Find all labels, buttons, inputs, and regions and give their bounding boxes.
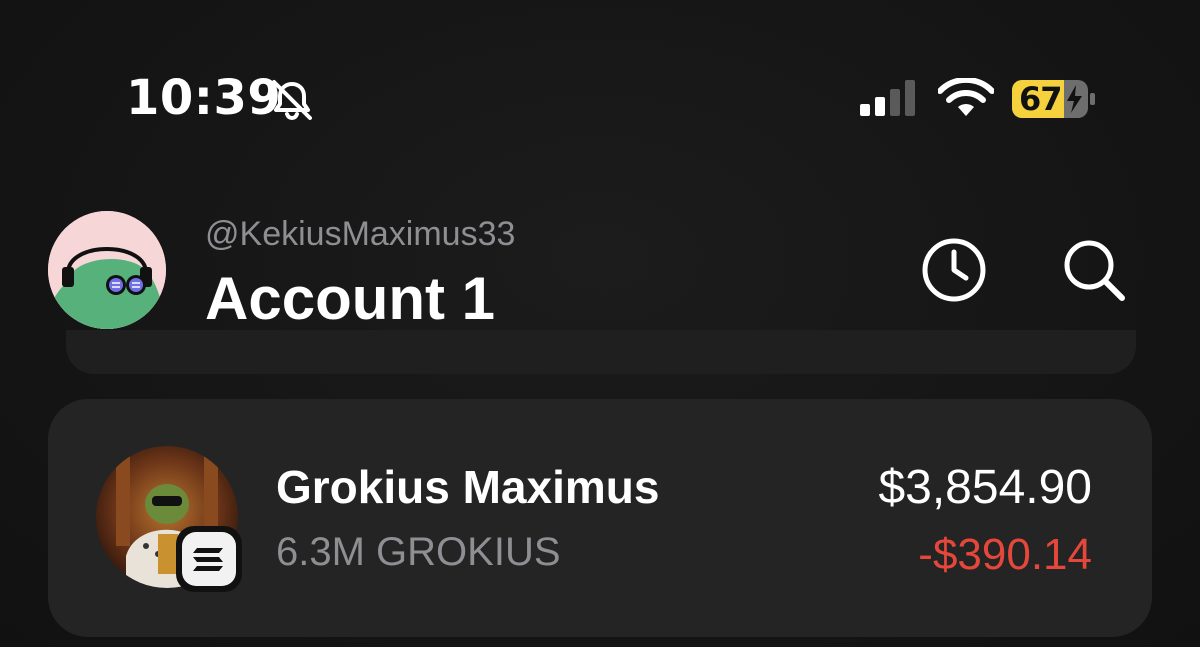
solana-icon	[176, 526, 242, 592]
wifi-icon	[938, 78, 994, 116]
token-value: $3,854.90	[878, 461, 1092, 514]
search-icon[interactable]	[1060, 236, 1128, 304]
account-handle: @KekiusMaximus33	[205, 215, 516, 253]
token-amount: 6.3M GROKIUS	[276, 530, 561, 574]
history-clock-icon[interactable]	[920, 236, 988, 304]
avatar[interactable]	[48, 211, 166, 329]
frog-avatar-image	[48, 211, 166, 329]
token-name: Grokius Maximus	[276, 461, 660, 513]
cellular-signal-icon	[860, 80, 915, 116]
previous-card-edge	[66, 330, 1136, 374]
battery-percent: 67	[1019, 80, 1063, 118]
account-name[interactable]: Account 1	[205, 264, 495, 333]
bell-slash-icon	[272, 80, 312, 121]
token-change: -$390.14	[918, 530, 1092, 579]
wallet-screen: 10:39 67 @KekiusMaximus33 Account 1 Grok…	[0, 0, 1200, 647]
status-time: 10:39	[126, 70, 282, 126]
